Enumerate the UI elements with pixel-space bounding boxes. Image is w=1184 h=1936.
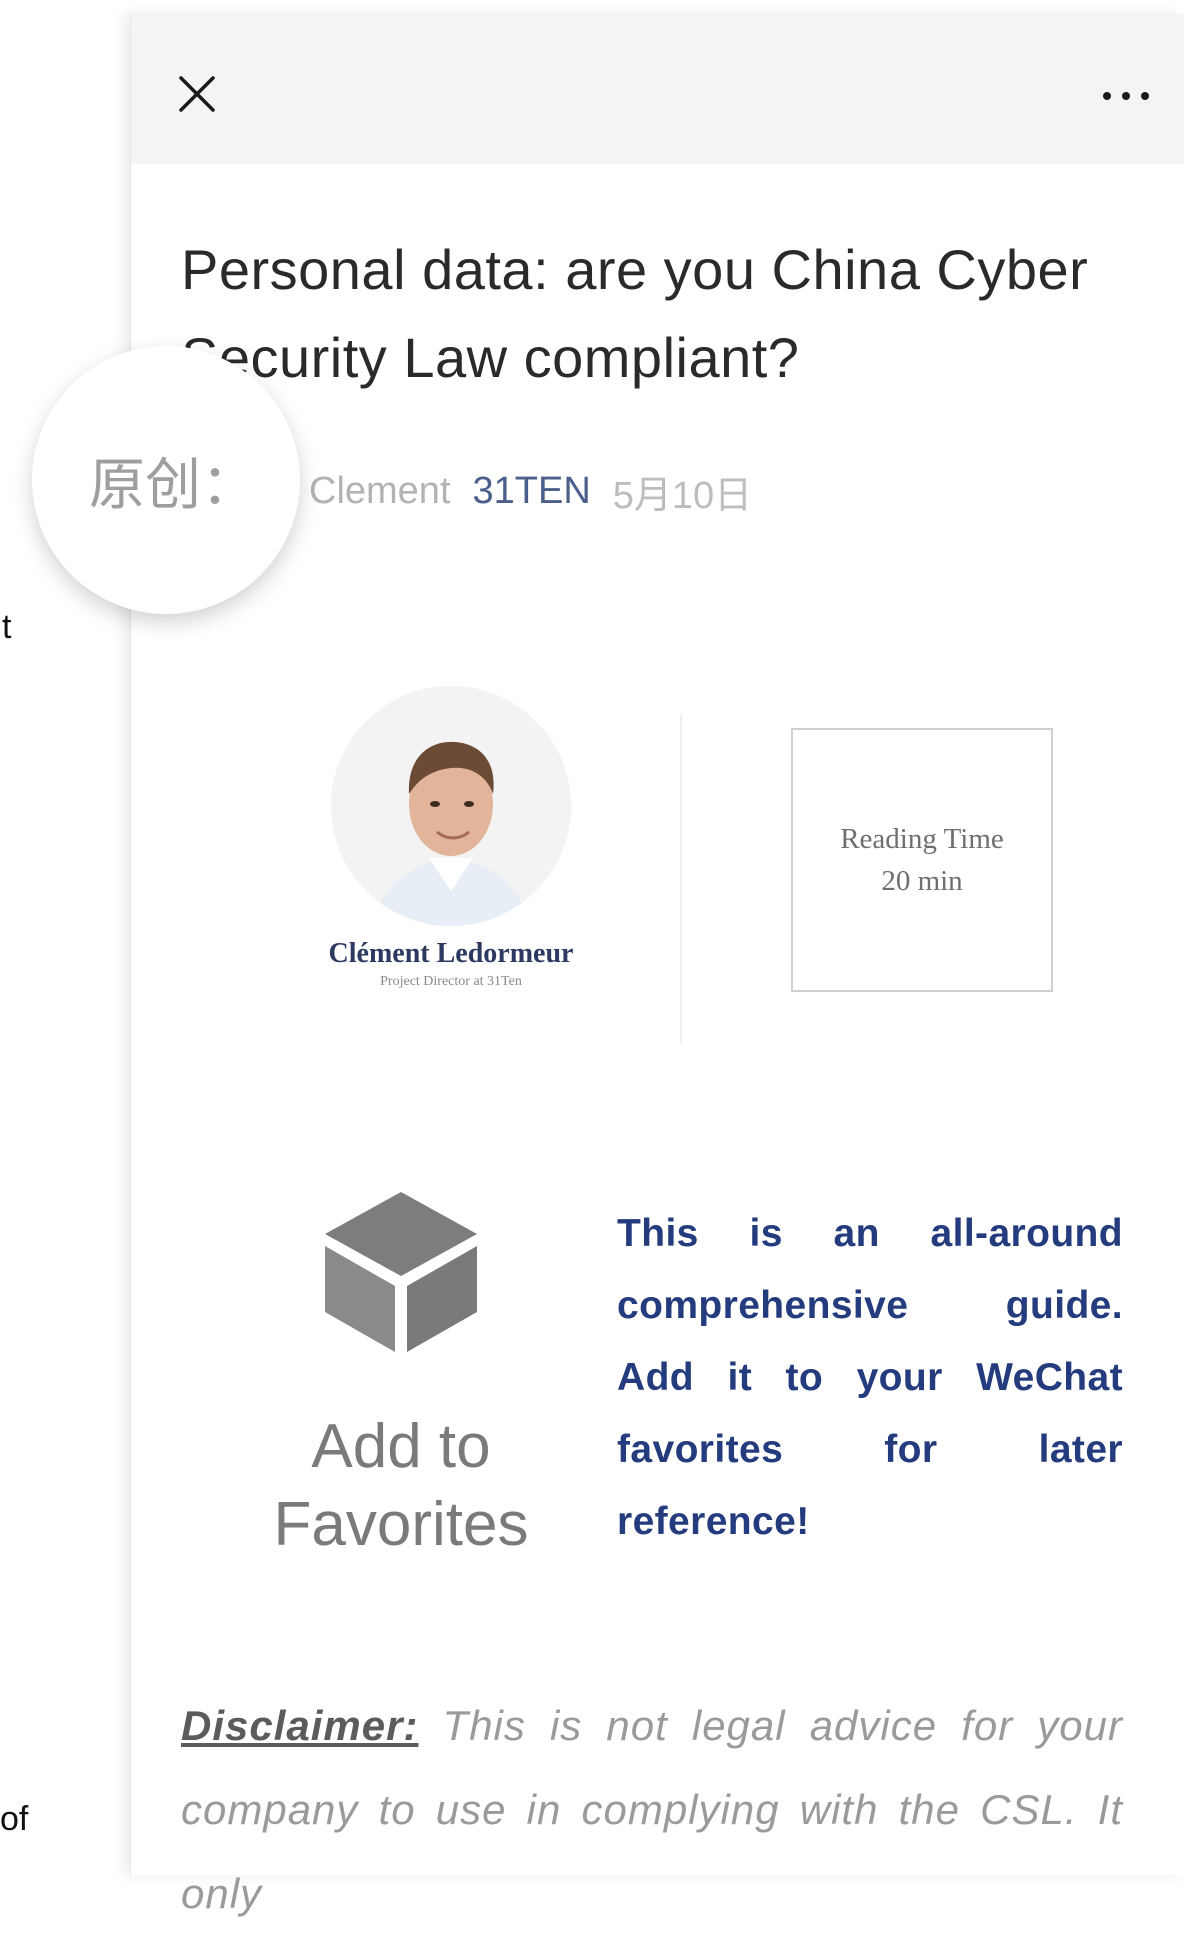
top-bar — [131, 14, 1184, 164]
reading-time-label: Reading Time — [840, 823, 1004, 855]
author-avatar — [331, 686, 571, 926]
meta-account-link[interactable]: 31TEN — [473, 470, 591, 513]
divider — [680, 714, 682, 1044]
article-panel: Personal data: are you China Cyber Secur… — [130, 14, 1184, 1917]
reading-time-box: Reading Time 20 min — [791, 728, 1053, 992]
add-to-favorites-label: Add to Favorites — [273, 1412, 529, 1559]
article-title: Personal data: are you China Cyber Secur… — [181, 238, 1089, 389]
favorites-description: This is an all-around comprehensive guid… — [617, 1212, 1123, 1543]
box-icon — [325, 1192, 477, 1352]
more-icon — [1103, 92, 1149, 100]
magnifier-overlay: 原创： — [32, 346, 300, 614]
close-icon — [179, 76, 215, 112]
close-button[interactable] — [167, 64, 227, 124]
background-text-fragment: t — [2, 608, 12, 646]
author-name: Clément Ledormeur — [328, 938, 574, 969]
meta-date: 5月10日 — [612, 474, 753, 517]
disclaimer-paragraph: Disclaimer: This is not legal advice for… — [181, 1684, 1123, 1936]
disclaimer-label: Disclaimer: — [181, 1702, 419, 1749]
meta-author: Clement — [309, 469, 451, 512]
article-meta: Clement 31TEN 5月10日 — [309, 461, 752, 521]
author-role: Project Director at 31Ten — [380, 974, 522, 989]
more-options-button[interactable] — [1081, 66, 1171, 126]
reading-time-value: 20 min — [881, 865, 963, 897]
background-text-fragment: of — [0, 1800, 29, 1838]
original-label: 原创： — [89, 452, 257, 518]
